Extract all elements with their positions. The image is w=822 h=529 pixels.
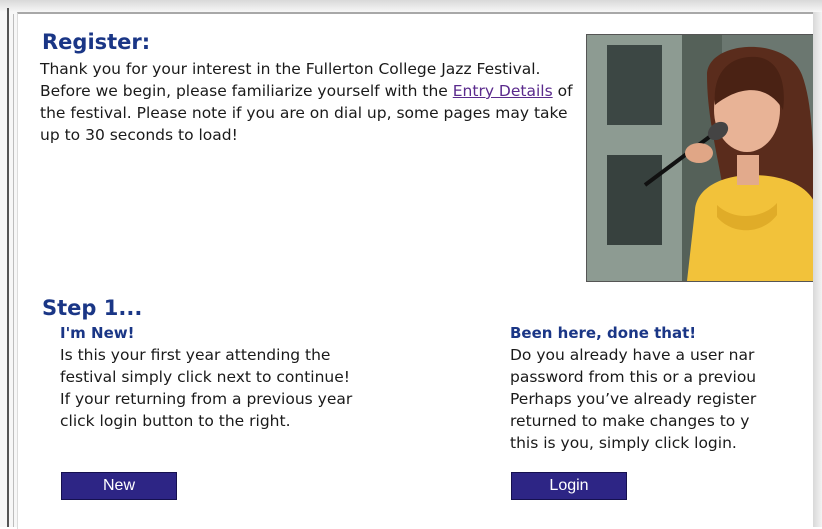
register-title: Register:	[42, 30, 151, 54]
new-user-line: Is this your first year attending the	[60, 346, 331, 364]
window-frame: Register: Thank you for your interest in…	[0, 0, 822, 529]
new-user-line: If your returning from a previous year	[60, 390, 353, 408]
returning-user-heading: Been here, done that!	[510, 324, 697, 342]
new-user-column: I'm New! Is this your first year attendi…	[60, 324, 480, 432]
returning-user-line: Do you already have a user nar	[510, 346, 755, 364]
returning-user-line: Perhaps you’ve already register	[510, 390, 757, 408]
new-button[interactable]: New	[61, 472, 177, 500]
new-user-line: click login button to the right.	[60, 412, 291, 430]
returning-user-text: Do you already have a user nar password …	[510, 344, 813, 454]
right-shadow	[812, 12, 822, 527]
left-border-inner	[13, 14, 14, 527]
content-panel: Register: Thank you for your interest in…	[17, 12, 813, 529]
login-button[interactable]: Login	[511, 472, 627, 500]
returning-user-line: password from this or a previou	[510, 368, 757, 386]
singer-illustration	[587, 35, 813, 281]
step-title: Step 1...	[42, 296, 143, 320]
new-user-line: festival simply click next to continue!	[60, 368, 351, 386]
entry-details-link[interactable]: Entry Details	[453, 82, 553, 100]
returning-user-line: this is you, simply click login.	[510, 434, 737, 452]
returning-user-line: returned to make changes to y	[510, 412, 750, 430]
new-user-text: Is this your first year attending the fe…	[60, 344, 480, 432]
top-shadow	[0, 0, 822, 12]
left-border	[7, 8, 9, 527]
singer-photo	[586, 34, 813, 282]
register-intro: Thank you for your interest in the Fulle…	[40, 58, 580, 146]
new-user-heading: I'm New!	[60, 324, 135, 342]
returning-user-column: Been here, done that! Do you already hav…	[510, 324, 813, 454]
